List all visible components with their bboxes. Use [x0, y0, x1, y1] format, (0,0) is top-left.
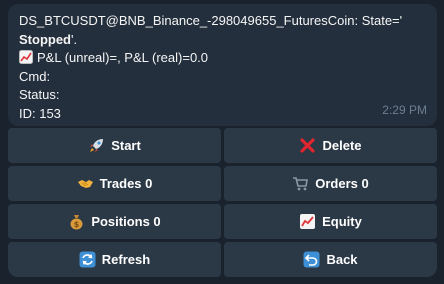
- trades-button[interactable]: Trades 0: [8, 166, 221, 201]
- state-value: Stopped: [19, 31, 71, 47]
- chart-increasing-icon: [299, 213, 316, 230]
- pnl-line: P&L (unreal)=, P&L (real)=0.0: [19, 49, 426, 68]
- svg-text:$: $: [74, 220, 80, 229]
- id-line: ID: 153: [19, 105, 61, 121]
- refresh-button[interactable]: Refresh: [8, 242, 221, 277]
- delete-button-label: Delete: [322, 138, 362, 153]
- rocket-icon: [88, 137, 105, 154]
- positions-button[interactable]: $ Positions 0: [8, 204, 221, 239]
- shopping-cart-icon: [292, 175, 309, 192]
- message-title-line: DS_BTCUSDT@BNB_Binance_-298049655_Future…: [19, 13, 403, 28]
- equity-button-label: Equity: [322, 214, 362, 229]
- orders-button-label: Orders 0: [315, 176, 369, 191]
- message-state-line: Stopped'.: [19, 31, 78, 47]
- pnl-text: P&L (unreal)=, P&L (real)=0.0: [37, 50, 209, 66]
- message-bubble: DS_BTCUSDT@BNB_Binance_-298049655_Future…: [8, 4, 437, 126]
- back-button-label: Back: [326, 252, 358, 267]
- back-button[interactable]: Back: [224, 242, 437, 277]
- start-button-label: Start: [111, 138, 141, 153]
- money-bag-icon: $: [68, 213, 85, 230]
- refresh-arrows-icon: [79, 251, 96, 268]
- equity-button[interactable]: Equity: [224, 204, 437, 239]
- back-arrow-icon: [303, 251, 320, 268]
- positions-button-label: Positions 0: [91, 214, 161, 229]
- inline-keyboard: Start Delete Trades 0 Orders 0 $ Positio…: [8, 128, 437, 277]
- status-line: Status:: [19, 87, 60, 103]
- message-timestamp: 2:29 PM: [382, 103, 427, 118]
- refresh-button-label: Refresh: [101, 252, 151, 267]
- start-button[interactable]: Start: [8, 128, 221, 163]
- cmd-line: Cmd:: [19, 68, 51, 84]
- trades-button-label: Trades 0: [99, 176, 153, 191]
- delete-button[interactable]: Delete: [224, 128, 437, 163]
- handshake-icon: [77, 175, 94, 192]
- cross-mark-icon: [299, 137, 316, 154]
- orders-button[interactable]: Orders 0: [224, 166, 437, 201]
- chart-increasing-icon: [19, 50, 33, 65]
